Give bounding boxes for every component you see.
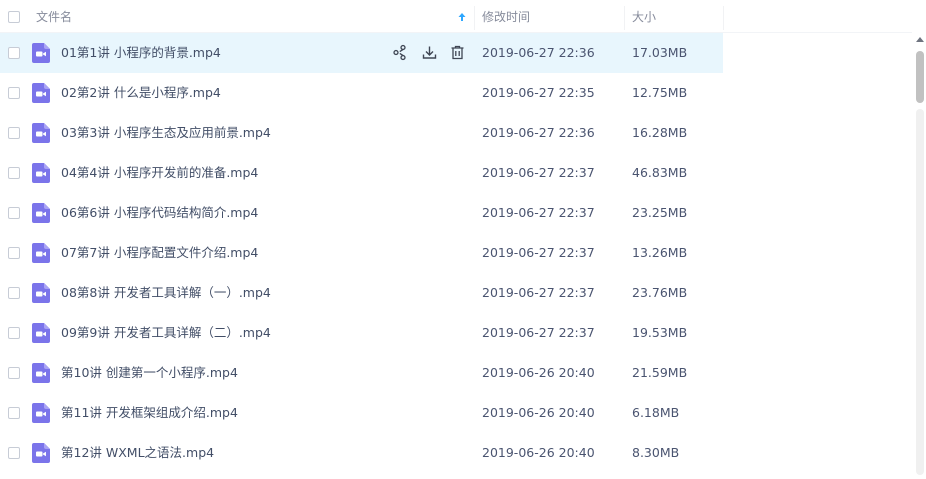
file-row-checkbox[interactable]	[8, 287, 20, 299]
video-file-icon	[32, 403, 50, 423]
file-row[interactable]: 第11讲 开发框架组成介绍.mp4 2019-06-26 20:40 6.18M…	[0, 393, 912, 433]
file-modified-time: 2019-06-26 20:40	[482, 365, 595, 380]
file-size: 16.28MB	[632, 125, 688, 140]
file-row-checkbox[interactable]	[8, 447, 20, 459]
file-row-checkbox[interactable]	[8, 167, 20, 179]
file-size: 17.03MB	[632, 45, 688, 60]
file-row[interactable]: 08第8讲 开发者工具详解（一）.mp4 2019-06-27 22:37 23…	[0, 273, 912, 313]
file-row-checkbox[interactable]	[8, 367, 20, 379]
share-icon[interactable]	[393, 44, 410, 61]
file-name[interactable]: 第11讲 开发框架组成介绍.mp4	[61, 393, 238, 433]
file-name[interactable]: 第12讲 WXML之语法.mp4	[61, 433, 214, 473]
file-name[interactable]: 04第4讲 小程序开发前的准备.mp4	[61, 153, 258, 193]
file-row-checkbox[interactable]	[8, 327, 20, 339]
column-header-modified[interactable]: 修改时间	[482, 0, 530, 33]
file-row-checkbox[interactable]	[8, 87, 20, 99]
file-row[interactable]: 第10讲 创建第一个小程序.mp4 2019-06-26 20:40 21.59…	[0, 353, 912, 393]
download-icon[interactable]	[421, 44, 438, 61]
file-size: 8.30MB	[632, 445, 680, 460]
video-file-icon	[32, 43, 50, 63]
file-name[interactable]: 03第3讲 小程序生态及应用前景.mp4	[61, 113, 271, 153]
file-modified-time: 2019-06-27 22:37	[482, 285, 595, 300]
file-name[interactable]: 07第7讲 小程序配置文件介绍.mp4	[61, 233, 258, 273]
video-file-icon	[32, 323, 50, 343]
video-file-icon	[32, 363, 50, 383]
video-file-icon	[32, 283, 50, 303]
file-row-checkbox[interactable]	[8, 247, 20, 259]
file-size: 46.83MB	[632, 165, 688, 180]
file-size: 23.25MB	[632, 205, 688, 220]
trash-icon[interactable]	[449, 44, 466, 61]
sort-ascending-icon[interactable]	[456, 11, 468, 23]
video-file-icon	[32, 203, 50, 223]
file-modified-time: 2019-06-27 22:37	[482, 325, 595, 340]
file-size: 12.75MB	[632, 85, 688, 100]
file-size: 21.59MB	[632, 365, 688, 380]
file-modified-time: 2019-06-27 22:36	[482, 45, 595, 60]
scrollbar-thumb[interactable]	[916, 51, 924, 103]
file-modified-time: 2019-06-27 22:37	[482, 205, 595, 220]
file-size: 23.76MB	[632, 285, 688, 300]
file-modified-time: 2019-06-26 20:40	[482, 405, 595, 420]
video-file-icon	[32, 163, 50, 183]
file-row[interactable]: 02第2讲 什么是小程序.mp4 2019-06-27 22:35 12.75M…	[0, 73, 912, 113]
column-divider[interactable]	[474, 6, 475, 30]
file-row-checkbox[interactable]	[8, 127, 20, 139]
file-row-checkbox[interactable]	[8, 207, 20, 219]
file-size: 6.18MB	[632, 405, 680, 420]
file-name[interactable]: 08第8讲 开发者工具详解（一）.mp4	[61, 273, 271, 313]
file-row[interactable]: 04第4讲 小程序开发前的准备.mp4 2019-06-27 22:37 46.…	[0, 153, 912, 193]
file-size: 13.26MB	[632, 245, 688, 260]
file-name[interactable]: 06第6讲 小程序代码结构简介.mp4	[61, 193, 258, 233]
file-modified-time: 2019-06-27 22:36	[482, 125, 595, 140]
file-row[interactable]: 07第7讲 小程序配置文件介绍.mp4 2019-06-27 22:37 13.…	[0, 233, 912, 273]
file-size: 19.53MB	[632, 325, 688, 340]
column-divider[interactable]	[624, 6, 625, 30]
file-row-checkbox[interactable]	[8, 407, 20, 419]
select-all-checkbox[interactable]	[8, 11, 20, 23]
column-header-name[interactable]: 文件名	[36, 0, 72, 33]
file-list-header: 文件名 修改时间 大小	[0, 0, 912, 33]
file-modified-time: 2019-06-27 22:37	[482, 165, 595, 180]
file-row[interactable]: 09第9讲 开发者工具详解（二）.mp4 2019-06-27 22:37 19…	[0, 313, 912, 353]
file-row[interactable]: 第12讲 WXML之语法.mp4 2019-06-26 20:40 8.30MB	[0, 433, 912, 473]
file-row[interactable]: 01第1讲 小程序的背景.mp4 2019-06-27 22:36 17.03M…	[0, 33, 912, 73]
file-modified-time: 2019-06-26 20:40	[482, 445, 595, 460]
column-divider[interactable]	[723, 6, 724, 30]
video-file-icon	[32, 83, 50, 103]
scroll-up-arrow-icon[interactable]	[916, 37, 924, 42]
file-row[interactable]: 03第3讲 小程序生态及应用前景.mp4 2019-06-27 22:36 16…	[0, 113, 912, 153]
file-name[interactable]: 09第9讲 开发者工具详解（二）.mp4	[61, 313, 271, 353]
scrollbar-track[interactable]	[916, 109, 924, 475]
file-modified-time: 2019-06-27 22:35	[482, 85, 595, 100]
file-row[interactable]: 06第6讲 小程序代码结构简介.mp4 2019-06-27 22:37 23.…	[0, 193, 912, 233]
video-file-icon	[32, 443, 50, 463]
file-modified-time: 2019-06-27 22:37	[482, 245, 595, 260]
file-name[interactable]: 第10讲 创建第一个小程序.mp4	[61, 353, 238, 393]
video-file-icon	[32, 123, 50, 143]
vertical-scrollbar[interactable]	[914, 33, 926, 479]
file-row-checkbox[interactable]	[8, 47, 20, 59]
column-header-size[interactable]: 大小	[632, 0, 656, 33]
file-name[interactable]: 01第1讲 小程序的背景.mp4	[61, 33, 221, 73]
file-name[interactable]: 02第2讲 什么是小程序.mp4	[61, 73, 221, 113]
video-file-icon	[32, 243, 50, 263]
